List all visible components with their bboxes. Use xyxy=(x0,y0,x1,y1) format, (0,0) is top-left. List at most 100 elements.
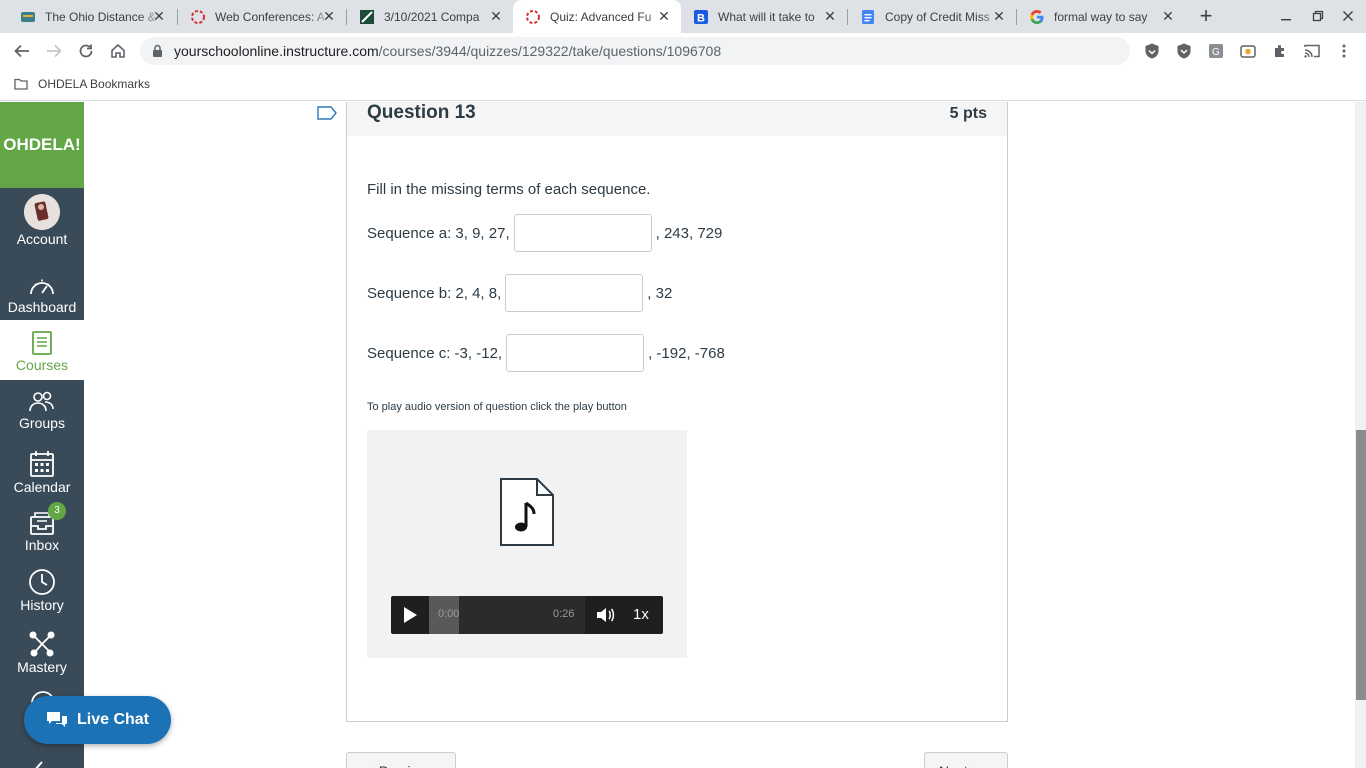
collapse-nav-icon[interactable] xyxy=(30,758,46,768)
volume-icon[interactable] xyxy=(595,606,615,629)
nav-mastery-label: Mastery xyxy=(17,659,67,675)
folder-icon xyxy=(14,78,28,90)
sequence-c-row: Sequence c: -3, -12, , -192, -768 xyxy=(367,334,725,372)
browser-tab[interactable]: 3/10/2021 Compa ✕ xyxy=(347,0,513,33)
previous-button[interactable]: ◄ Previous xyxy=(346,752,456,768)
global-navigation: OHDELA! Account Dashboard Courses Groups… xyxy=(0,102,84,768)
kebab-menu-icon[interactable] xyxy=(1335,42,1353,60)
inbox-unread-badge: 3 xyxy=(48,502,66,520)
nav-groups[interactable]: Groups xyxy=(0,384,84,444)
restore-icon[interactable] xyxy=(1308,6,1328,26)
flag-question-icon[interactable] xyxy=(317,106,337,125)
close-window-icon[interactable] xyxy=(1338,6,1358,26)
reload-icon[interactable] xyxy=(74,39,98,63)
sequence-b-before: Sequence b: 2, 4, 8, xyxy=(367,284,502,302)
sequence-b-row: Sequence b: 2, 4, 8, , 32 xyxy=(367,274,672,312)
browser-tab[interactable]: The Ohio Distance & ✕ xyxy=(8,0,176,33)
sequence-a-row: Sequence a: 3, 9, 27, , 243, 729 xyxy=(367,214,722,252)
history-icon xyxy=(0,566,84,596)
mastery-icon xyxy=(0,628,84,658)
sequence-c-answer-input[interactable] xyxy=(506,334,645,372)
sequence-b-answer-input[interactable] xyxy=(505,274,644,312)
sequence-b-after: , 32 xyxy=(647,284,673,302)
back-icon[interactable] xyxy=(10,39,34,63)
nav-history-label: History xyxy=(20,597,64,613)
close-tab-icon[interactable]: ✕ xyxy=(657,9,671,23)
playback-speed-button[interactable]: 1x xyxy=(633,606,649,623)
page-scrollbar-thumb[interactable] xyxy=(1356,430,1366,700)
tab-title: Copy of Credit Miss xyxy=(885,9,990,24)
play-icon xyxy=(404,607,417,623)
audio-controls: 0:00 0:26 1x xyxy=(391,596,663,634)
browser-tab-strip: The Ohio Distance & ✕ Web Conferences: A… xyxy=(0,0,1366,33)
browser-toolbar: yourschoolonline.instructure.com/courses… xyxy=(0,33,1366,69)
inbox-icon xyxy=(0,502,84,536)
shield-extension-icon[interactable] xyxy=(1175,42,1193,60)
nav-mastery[interactable]: Mastery xyxy=(0,628,84,688)
minimize-icon[interactable] xyxy=(1276,6,1296,26)
svg-text:G: G xyxy=(1212,47,1220,58)
question-points: 5 pts xyxy=(949,105,987,122)
bookmark-folder[interactable]: OHDELA Bookmarks xyxy=(14,77,150,91)
google-icon xyxy=(1029,9,1045,25)
brainly-icon: B xyxy=(693,9,709,25)
sequence-a-answer-input[interactable] xyxy=(513,214,652,252)
sequence-c-after: , -192, -768 xyxy=(648,344,725,362)
canvas-icon xyxy=(190,9,206,25)
bookmark-folder-label: OHDELA Bookmarks xyxy=(38,77,151,91)
live-chat-button[interactable]: Live Chat xyxy=(24,696,171,744)
tab-title: The Ohio Distance & xyxy=(45,9,156,24)
sequence-a-after: , 243, 729 xyxy=(655,224,723,242)
nav-dashboard[interactable]: Dashboard xyxy=(0,268,84,328)
grammar-extension-icon[interactable]: G xyxy=(1207,42,1225,60)
nav-inbox-label: Inbox xyxy=(24,537,60,553)
lock-icon xyxy=(152,44,163,63)
audio-current-time: 0:00 xyxy=(438,608,460,620)
url-path: /courses/3944/quizzes/129322/take/questi… xyxy=(378,43,722,59)
browser-tab-active[interactable]: Quiz: Advanced Fu ✕ xyxy=(513,0,681,33)
home-icon[interactable] xyxy=(106,39,130,63)
nav-account[interactable]: Account xyxy=(0,194,84,254)
browser-tab[interactable]: Copy of Credit Miss ✕ xyxy=(848,0,1016,33)
browser-tab[interactable]: B What will it take to ✕ xyxy=(681,0,847,33)
sequence-c-before: Sequence c: -3, -12, xyxy=(367,344,503,362)
close-tab-icon[interactable]: ✕ xyxy=(152,9,166,23)
nav-courses-label: Courses xyxy=(15,357,69,373)
groups-icon xyxy=(0,384,84,414)
cast-icon[interactable] xyxy=(1303,42,1321,60)
tab-title: Quiz: Advanced Fu xyxy=(550,9,652,24)
close-tab-icon[interactable]: ✕ xyxy=(1161,9,1175,23)
browser-tab[interactable]: Web Conferences: A ✕ xyxy=(178,0,346,33)
nav-courses[interactable]: Courses xyxy=(0,320,84,380)
audio-duration: 0:26 xyxy=(553,608,575,620)
nav-history[interactable]: History xyxy=(0,566,84,626)
close-tab-icon[interactable]: ✕ xyxy=(489,9,503,23)
close-tab-icon[interactable]: ✕ xyxy=(322,9,336,23)
ublock-icon[interactable] xyxy=(1143,42,1161,60)
ohdela-icon xyxy=(20,9,36,25)
screenshot-extension-icon[interactable] xyxy=(1239,42,1257,60)
next-button[interactable]: Next ► xyxy=(924,752,1008,768)
ohdela-logo[interactable]: OHDELA! xyxy=(0,102,84,188)
play-button[interactable] xyxy=(391,596,429,634)
live-chat-label: Live Chat xyxy=(76,711,149,728)
forward-icon[interactable] xyxy=(42,39,66,63)
audio-instruction: To play audio version of question click … xyxy=(367,401,627,413)
nav-calendar[interactable]: Calendar xyxy=(0,444,84,504)
nav-dashboard-label: Dashboard xyxy=(7,299,77,315)
browser-tab[interactable]: formal way to say ✕ xyxy=(1017,0,1185,33)
avatar xyxy=(24,194,60,230)
bookmarks-bar: OHDELA Bookmarks xyxy=(0,69,1366,101)
new-tab-button[interactable]: + xyxy=(1194,5,1218,29)
extensions-puzzle-icon[interactable] xyxy=(1271,42,1289,60)
nav-inbox[interactable]: 3 Inbox xyxy=(0,502,84,562)
address-bar[interactable]: yourschoolonline.instructure.com/courses… xyxy=(140,37,1130,65)
docs-icon xyxy=(860,9,876,25)
zipgrade-icon xyxy=(359,9,375,25)
close-tab-icon[interactable]: ✕ xyxy=(992,9,1006,23)
tab-title: formal way to say xyxy=(1054,9,1148,24)
close-tab-icon[interactable]: ✕ xyxy=(823,9,837,23)
chat-bubbles-icon xyxy=(46,712,67,727)
sequence-a-before: Sequence a: 3, 9, 27, xyxy=(367,224,510,242)
dashboard-icon xyxy=(0,268,84,298)
